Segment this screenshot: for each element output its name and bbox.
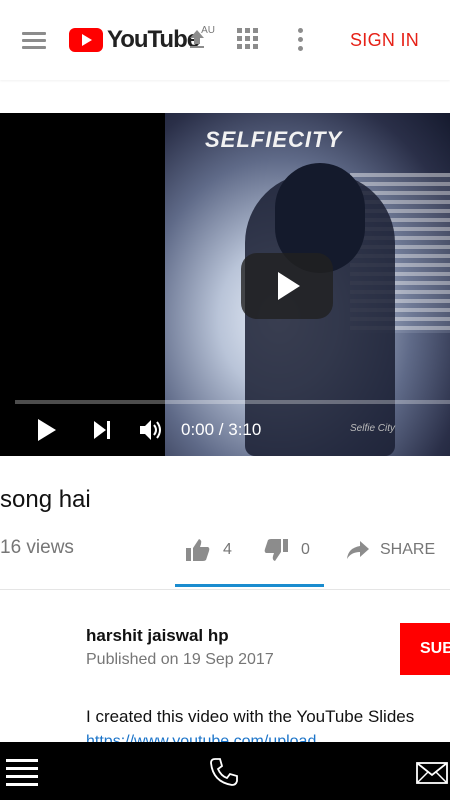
sign-in-button[interactable]: SIGN IN	[350, 30, 419, 51]
active-tab-indicator	[175, 584, 324, 587]
publish-date: Published on 19 Sep 2017	[86, 651, 274, 668]
share-icon	[347, 541, 369, 559]
menu-icon[interactable]	[22, 28, 52, 52]
more-vert-icon[interactable]	[298, 28, 304, 52]
subscribe-button[interactable]: SUB	[400, 623, 450, 675]
view-count: 16 views	[0, 537, 74, 558]
thumbnail-title: SELFIECITY	[205, 127, 343, 152]
skip-next-icon[interactable]	[91, 420, 113, 440]
dislike-button[interactable]: 0	[263, 538, 310, 562]
top-app-bar: YouTube AU SIGN IN	[0, 0, 450, 80]
play-icon[interactable]	[36, 418, 58, 442]
menu-icon[interactable]	[6, 759, 38, 786]
youtube-play-logo-icon	[69, 28, 103, 52]
phone-icon[interactable]	[208, 756, 240, 788]
bottom-bar	[0, 742, 450, 800]
progress-bar[interactable]	[15, 400, 450, 404]
volume-icon[interactable]	[137, 416, 165, 444]
thumbnail-signature: Selfie City	[350, 423, 396, 434]
video-title: song hai	[0, 486, 91, 513]
section-divider	[0, 589, 450, 590]
dislike-count: 0	[301, 541, 310, 558]
apps-grid-icon[interactable]	[237, 28, 259, 50]
thumb-up-icon	[186, 539, 210, 561]
share-label: SHARE	[380, 541, 436, 558]
like-count: 4	[223, 541, 232, 558]
thumb-down-icon	[264, 539, 288, 561]
video-player[interactable]: SELFIECITY Selfie City 0:00 / 3:10	[0, 113, 450, 456]
channel-name[interactable]: harshit jaiswal hp	[86, 626, 229, 646]
like-button[interactable]: 4	[185, 538, 232, 562]
mail-icon[interactable]	[416, 762, 448, 784]
large-play-icon[interactable]	[241, 253, 333, 319]
video-description: I created this video with the YouTube Sl…	[86, 707, 415, 726]
time-display: 0:00 / 3:10	[181, 420, 262, 439]
share-button[interactable]: SHARE	[346, 540, 435, 560]
upload-icon[interactable]	[185, 27, 209, 51]
